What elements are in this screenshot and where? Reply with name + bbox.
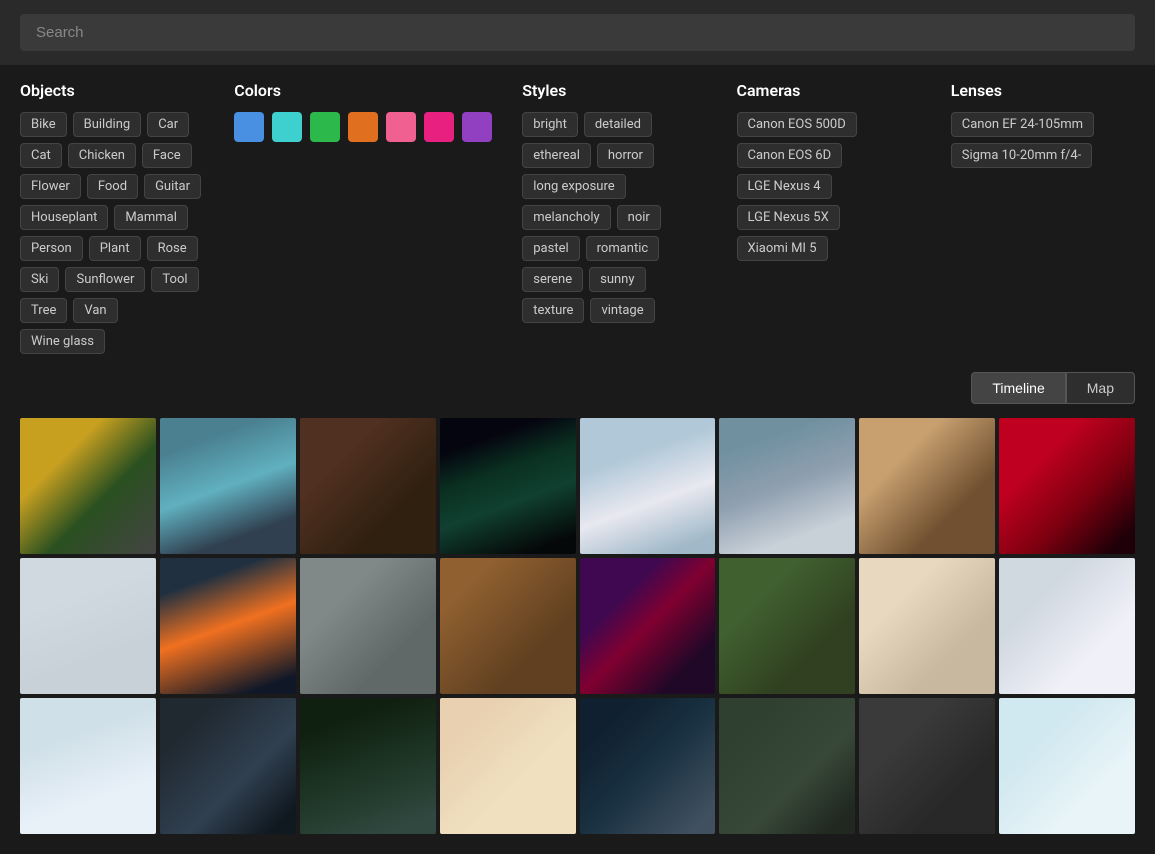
- object-tag[interactable]: Car: [147, 112, 189, 137]
- camera-tag[interactable]: Canon EOS 500D: [737, 112, 857, 137]
- photo-thumbnail[interactable]: [20, 418, 156, 554]
- color-swatch-blue[interactable]: [234, 112, 264, 142]
- style-tag[interactable]: ethereal: [522, 143, 591, 168]
- object-tag[interactable]: Tool: [151, 267, 198, 292]
- objects-tags: BikeBuildingCar CatChickenFace FlowerFoodG…: [20, 112, 204, 354]
- color-swatch-pink[interactable]: [386, 112, 416, 142]
- cameras-tags: Canon EOS 500D Canon EOS 6D LGE Nexus 4 LGE…: [737, 112, 921, 261]
- photo-thumbnail[interactable]: [999, 558, 1135, 694]
- objects-filter-group: Objects BikeBuildingCar CatChickenFace Flo…: [20, 81, 204, 354]
- style-tag[interactable]: detailed: [584, 112, 652, 137]
- lenses-tags: Canon EF 24-105mm Sigma 10-20mm f/4-: [951, 112, 1135, 168]
- photo-thumbnail[interactable]: [580, 418, 716, 554]
- camera-tag[interactable]: LGE Nexus 4: [737, 174, 832, 199]
- objects-title: Objects: [20, 81, 204, 100]
- styles-tags: brightdetailed etherealhorror long exposur…: [522, 112, 706, 323]
- style-tag[interactable]: bright: [522, 112, 578, 137]
- style-tag[interactable]: pastel: [522, 236, 579, 261]
- object-tag[interactable]: Van: [73, 298, 117, 323]
- style-tag[interactable]: long exposure: [522, 174, 625, 199]
- object-tag[interactable]: Cat: [20, 143, 62, 168]
- photo-thumbnail[interactable]: [20, 698, 156, 834]
- object-tag[interactable]: Flower: [20, 174, 81, 199]
- filters-section: Objects BikeBuildingCar CatChickenFace Flo…: [0, 65, 1155, 364]
- lenses-filter-group: Lenses Canon EF 24-105mm Sigma 10-20mm f/…: [951, 81, 1135, 354]
- photo-thumbnail[interactable]: [580, 558, 716, 694]
- photo-thumbnail[interactable]: [20, 558, 156, 694]
- style-tag[interactable]: melancholy: [522, 205, 610, 230]
- photo-thumbnail[interactable]: [859, 698, 995, 834]
- photo-thumbnail[interactable]: [859, 418, 995, 554]
- styles-title: Styles: [522, 81, 706, 100]
- photo-thumbnail[interactable]: [719, 698, 855, 834]
- style-tag[interactable]: vintage: [590, 298, 654, 323]
- object-tag[interactable]: Guitar: [144, 174, 201, 199]
- cameras-title: Cameras: [737, 81, 921, 100]
- photo-thumbnail[interactable]: [719, 558, 855, 694]
- colors-title: Colors: [234, 81, 492, 100]
- photo-thumbnail[interactable]: [160, 698, 296, 834]
- photo-grid: [0, 414, 1155, 854]
- style-tag[interactable]: sunny: [589, 267, 645, 292]
- object-tag[interactable]: Food: [87, 174, 138, 199]
- lenses-title: Lenses: [951, 81, 1135, 100]
- camera-tag[interactable]: Xiaomi MI 5: [737, 236, 828, 261]
- object-tag[interactable]: Houseplant: [20, 205, 108, 230]
- styles-filter-group: Styles brightdetailed etherealhorror long …: [522, 81, 706, 354]
- object-tag[interactable]: Plant: [89, 236, 141, 261]
- object-tag[interactable]: Mammal: [114, 205, 187, 230]
- style-tag[interactable]: serene: [522, 267, 583, 292]
- object-tag[interactable]: Sunflower: [65, 267, 145, 292]
- object-tag[interactable]: Building: [73, 112, 142, 137]
- style-tag[interactable]: texture: [522, 298, 584, 323]
- photo-thumbnail[interactable]: [580, 698, 716, 834]
- photo-thumbnail[interactable]: [859, 558, 995, 694]
- object-tag[interactable]: Bike: [20, 112, 67, 137]
- colors-filter-group: Colors: [234, 81, 492, 354]
- photo-thumbnail[interactable]: [440, 418, 576, 554]
- photo-thumbnail[interactable]: [300, 558, 436, 694]
- cameras-filter-group: Cameras Canon EOS 500D Canon EOS 6D LGE Ne…: [737, 81, 921, 354]
- map-button[interactable]: Map: [1066, 372, 1135, 404]
- photo-thumbnail[interactable]: [999, 418, 1135, 554]
- photo-thumbnail[interactable]: [999, 698, 1135, 834]
- view-toggle: Timeline Map: [0, 364, 1155, 414]
- object-tag[interactable]: Chicken: [68, 143, 136, 168]
- style-tag[interactable]: noir: [617, 205, 661, 230]
- style-tag[interactable]: horror: [597, 143, 654, 168]
- style-tag[interactable]: romantic: [586, 236, 660, 261]
- color-swatch-orange[interactable]: [348, 112, 378, 142]
- photo-thumbnail[interactable]: [300, 698, 436, 834]
- lens-tag[interactable]: Sigma 10-20mm f/4-: [951, 143, 1093, 168]
- camera-tag[interactable]: Canon EOS 6D: [737, 143, 843, 168]
- color-swatches: [234, 112, 492, 142]
- object-tag[interactable]: Face: [142, 143, 192, 168]
- photo-thumbnail[interactable]: [160, 558, 296, 694]
- timeline-button[interactable]: Timeline: [971, 372, 1065, 404]
- object-tag[interactable]: Person: [20, 236, 83, 261]
- photo-thumbnail[interactable]: [160, 418, 296, 554]
- color-swatch-cyan[interactable]: [272, 112, 302, 142]
- search-bar: [0, 0, 1155, 65]
- object-tag[interactable]: Wine glass: [20, 329, 105, 354]
- photo-thumbnail[interactable]: [440, 558, 576, 694]
- color-swatch-hot-pink[interactable]: [424, 112, 454, 142]
- object-tag[interactable]: Tree: [20, 298, 67, 323]
- color-swatch-purple[interactable]: [462, 112, 492, 142]
- photo-thumbnail[interactable]: [440, 698, 576, 834]
- search-input[interactable]: [20, 14, 1135, 51]
- photo-thumbnail[interactable]: [300, 418, 436, 554]
- lens-tag[interactable]: Canon EF 24-105mm: [951, 112, 1094, 137]
- object-tag[interactable]: Ski: [20, 267, 59, 292]
- object-tag[interactable]: Rose: [147, 236, 198, 261]
- camera-tag[interactable]: LGE Nexus 5X: [737, 205, 840, 230]
- photo-thumbnail[interactable]: [719, 418, 855, 554]
- color-swatch-green[interactable]: [310, 112, 340, 142]
